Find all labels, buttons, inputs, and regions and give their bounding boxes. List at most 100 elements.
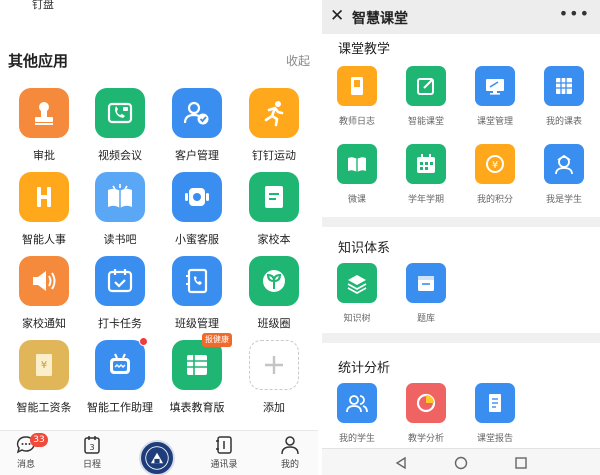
home-icon[interactable] <box>454 455 468 474</box>
monitor-icon <box>475 66 515 106</box>
app-teacher-log[interactable]: 教师日志 <box>328 66 386 127</box>
app-home-school-book[interactable]: 家校本 <box>236 172 312 256</box>
contacts-icon <box>216 436 232 454</box>
app-label: 我的学生 <box>338 434 375 444</box>
app-customer-management[interactable]: 客户管理 <box>159 88 235 172</box>
teacher-log-icon <box>337 66 377 106</box>
more-icon[interactable]: ••• <box>559 4 590 23</box>
back-icon[interactable] <box>394 455 408 474</box>
app-label: 智能工资条 <box>16 401 72 414</box>
robot-icon <box>95 337 148 390</box>
calendar-day: 3 <box>89 443 94 452</box>
school-logo-icon[interactable] <box>139 440 175 475</box>
app-smart-payslip[interactable]: ¥ 智能工资条 <box>6 340 82 424</box>
app-knowledge-tree[interactable]: 知识树 <box>328 263 386 324</box>
smart-classroom-panel: ✕ 智慧课堂 ••• 课堂教学 教师日志 智能课堂 课堂管理 我的课表 微课 学… <box>322 0 600 475</box>
app-smart-class[interactable]: 智能课堂 <box>397 66 455 127</box>
open-book-icon <box>337 144 377 184</box>
app-class-management[interactable]: 课堂管理 <box>466 66 524 127</box>
class-manage-icon <box>172 256 222 306</box>
screenshot-frame: 钉盘 其他应用 收起 审批 视频会议 客户管理 钉钉运动 智能人事 读书吧 小蜜… <box>0 0 600 475</box>
app-dingtalk-sports[interactable]: 钉钉运动 <box>236 88 312 172</box>
app-label: 课堂管理 <box>476 117 513 127</box>
close-icon[interactable]: ✕ <box>330 6 344 26</box>
app-form-education[interactable]: 报健康 填表教育版 <box>159 333 235 424</box>
tab-label: 通讯录 <box>210 460 238 470</box>
app-video-meeting[interactable]: 视频会议 <box>82 88 158 172</box>
app-class-report[interactable]: 课堂报告 <box>466 383 524 444</box>
svg-text:¥: ¥ <box>492 160 498 171</box>
app-label: 智能课堂 <box>407 117 444 127</box>
app-xiaomi-service[interactable]: 小蜜客服 <box>159 172 235 256</box>
top-partial-label[interactable]: 钉盘 <box>32 0 54 12</box>
app-smart-hr[interactable]: 智能人事 <box>6 172 82 256</box>
health-report-badge: 报健康 <box>202 333 232 347</box>
smart-class-icon <box>406 66 446 106</box>
running-icon <box>249 88 299 138</box>
app-label: 我是学生 <box>545 195 582 205</box>
collapse-button[interactable]: 收起 <box>286 52 310 69</box>
app-label: 教师日志 <box>338 117 375 127</box>
section-title: 统计分析 <box>338 361 391 376</box>
notification-dot <box>139 337 148 346</box>
app-label: 课堂报告 <box>476 434 513 444</box>
recents-icon[interactable] <box>514 455 528 474</box>
app-teaching-analysis[interactable]: 教学分析 <box>397 383 455 444</box>
app-my-students[interactable]: 我的学生 <box>328 383 386 444</box>
customer-service-icon <box>172 172 222 222</box>
report-icon <box>475 383 515 423</box>
speaker-icon <box>19 256 69 306</box>
tab-contacts[interactable]: 通讯录 <box>194 435 254 470</box>
students-icon <box>337 383 377 423</box>
app-my-timetable[interactable]: 我的课表 <box>535 66 593 127</box>
app-label: 题库 <box>416 314 435 324</box>
tab-label: 我的 <box>280 460 299 470</box>
svg-text:¥: ¥ <box>41 360 47 371</box>
app-label: 学年学期 <box>407 195 444 205</box>
app-approval[interactable]: 审批 <box>6 88 82 172</box>
app-label: 班级圈 <box>257 317 291 330</box>
app-label: 读书吧 <box>103 233 137 246</box>
pie-icon <box>406 383 446 423</box>
tab-schedule[interactable]: 3 日程 <box>62 435 122 470</box>
app-micro-course[interactable]: 微课 <box>328 144 386 205</box>
hr-icon <box>19 172 69 222</box>
app-class-management[interactable]: 班级管理 <box>159 256 235 340</box>
app-label: 我的积分 <box>476 195 513 205</box>
app-label: 审批 <box>33 149 55 162</box>
leaf-icon <box>249 256 299 306</box>
tab-messages[interactable]: 消息 33 <box>0 433 56 470</box>
title-bar: ✕ 智慧课堂 ••• <box>322 0 600 34</box>
android-navigation-bar <box>322 448 600 475</box>
section-title: 课堂教学 <box>338 42 391 57</box>
app-i-am-student[interactable]: 我是学生 <box>535 144 593 205</box>
app-reading-club[interactable]: 读书吧 <box>82 172 158 256</box>
app-label: 家校本 <box>257 233 291 246</box>
app-class-circle[interactable]: 班级圈 <box>236 256 312 340</box>
app-smart-work-assistant[interactable]: 智能工作助理 <box>82 337 158 424</box>
customer-icon <box>172 88 222 138</box>
dingtalk-apps-panel: 钉盘 其他应用 收起 审批 视频会议 客户管理 钉钉运动 智能人事 读书吧 小蜜… <box>0 0 318 475</box>
section-classroom-teaching: 课堂教学 教师日志 智能课堂 课堂管理 我的课表 微课 学年学期 ¥ 我的积分 … <box>322 34 600 217</box>
layers-icon <box>337 263 377 303</box>
book-icon <box>95 172 145 222</box>
app-school-year-term[interactable]: 学年学期 <box>397 144 455 205</box>
tab-label: 消息 <box>16 460 35 470</box>
tab-mine[interactable]: 我的 <box>260 435 320 470</box>
section-title: 其他应用 <box>8 52 69 70</box>
app-add[interactable]: 添加 <box>236 340 312 424</box>
app-checkin-task[interactable]: 打卡任务 <box>82 256 158 340</box>
calendar-icon: 3 <box>84 436 100 454</box>
app-label: 家校通知 <box>22 317 66 330</box>
student-icon <box>544 144 584 184</box>
app-label: 视频会议 <box>98 149 142 162</box>
app-label: 我的课表 <box>545 117 582 127</box>
app-home-school-notice[interactable]: 家校通知 <box>6 256 82 340</box>
app-label: 班级管理 <box>175 317 219 330</box>
form-icon: 报健康 <box>172 333 232 390</box>
stamp-icon <box>19 88 69 138</box>
app-question-bank[interactable]: 题库 <box>397 263 455 324</box>
app-my-points[interactable]: ¥ 我的积分 <box>466 144 524 205</box>
section-knowledge-system: 知识体系 知识树 题库 <box>322 227 600 333</box>
app-label: 填表教育版 <box>169 401 225 414</box>
